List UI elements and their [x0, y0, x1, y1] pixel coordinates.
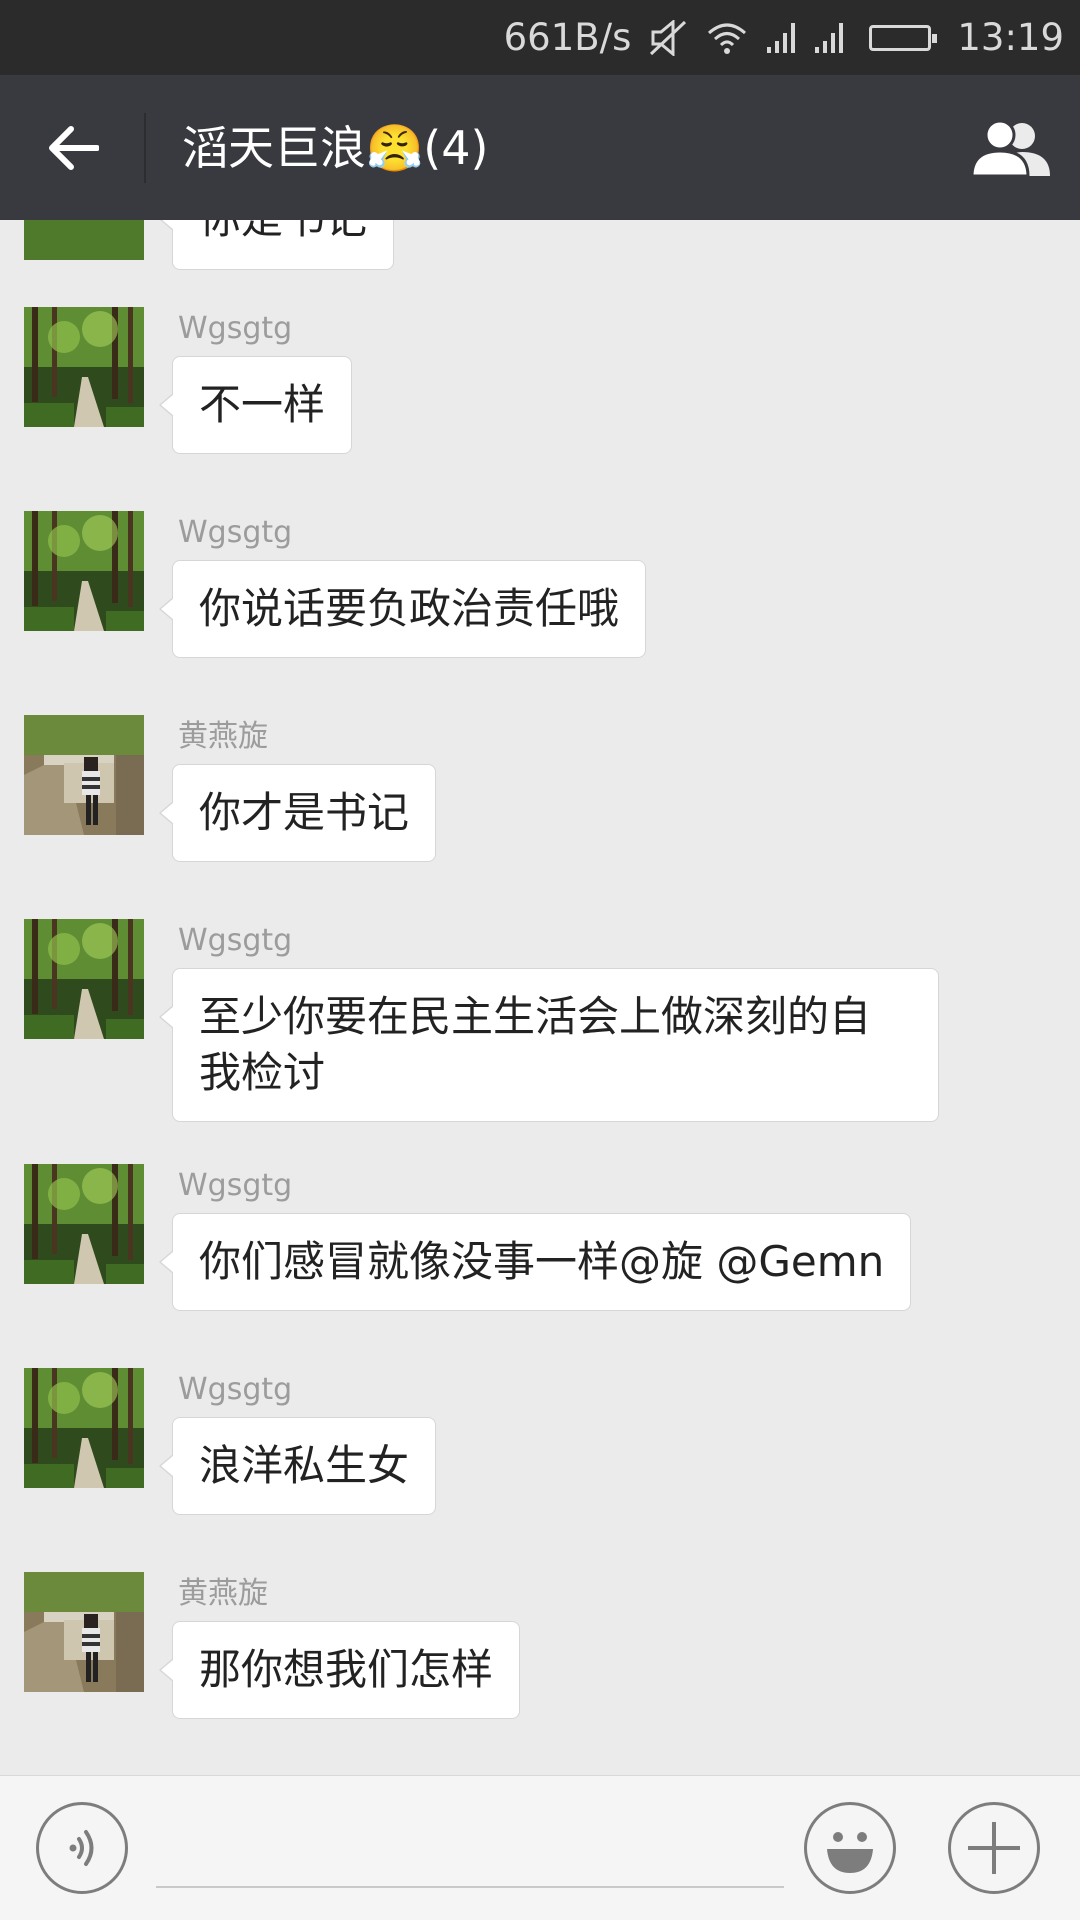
avatar[interactable]	[24, 511, 144, 631]
avatar[interactable]	[24, 220, 144, 260]
avatar[interactable]	[24, 919, 144, 1039]
message-bubble[interactable]: 那你想我们怎样	[158, 1621, 521, 1719]
wifi-icon	[707, 21, 747, 55]
mute-icon	[649, 19, 689, 56]
sender-name: Wgsgtg	[178, 923, 293, 958]
avatar[interactable]	[24, 307, 144, 427]
member-count: (4)	[423, 121, 489, 175]
sender-name: Wgsgtg	[178, 1372, 293, 1407]
voice-button[interactable]	[36, 1802, 128, 1894]
title-divider	[144, 113, 146, 183]
clock: 13:19	[957, 16, 1064, 59]
avatar[interactable]	[24, 1164, 144, 1284]
message-bubble[interactable]: 不一样	[158, 356, 353, 454]
smiley-icon	[827, 1832, 873, 1873]
chat-title: 滔天巨浪😤(4)	[182, 117, 488, 179]
title-bar: 滔天巨浪😤(4)	[0, 75, 1080, 220]
message-text: 至少你要在民主生活会上做深刻的自我检讨	[199, 992, 872, 1097]
signal-icon	[765, 21, 796, 55]
net-speed: 661B/s	[503, 16, 632, 59]
plus-icon	[968, 1822, 1020, 1874]
avatar[interactable]	[24, 1572, 144, 1692]
chat-area[interactable]: 你是书记 Wgsgtg 不一样	[0, 220, 1080, 1775]
group-info-button[interactable]	[970, 113, 1052, 183]
message-bubble[interactable]: 你是书记	[158, 220, 395, 270]
message-text: 不一样	[199, 380, 326, 429]
message-text: 你才是书记	[199, 788, 410, 837]
people-icon	[970, 119, 1050, 178]
message-text: 你是书记	[199, 220, 367, 243]
message-text: 浪洋私生女	[199, 1441, 410, 1490]
message-input[interactable]	[156, 1818, 784, 1888]
input-bar	[0, 1775, 1080, 1920]
sender-name: Wgsgtg	[178, 1168, 293, 1203]
sender-name: 黄燕旋	[178, 1576, 268, 1611]
battery-icon	[869, 24, 938, 51]
back-button[interactable]	[40, 115, 106, 181]
title-emoji: 😤	[366, 121, 424, 175]
sender-name: Wgsgtg	[178, 515, 293, 550]
message-text: 你说话要负政治责任哦	[199, 584, 620, 633]
group-name: 滔天巨浪	[182, 121, 366, 175]
message-text: 那你想我们怎样	[199, 1645, 494, 1694]
sender-name: Wgsgtg	[178, 311, 293, 346]
message-bubble[interactable]: 你们感冒就像没事一样@旋 @Gemn	[158, 1213, 912, 1311]
message-bubble[interactable]: 你说话要负政治责任哦	[158, 560, 647, 658]
voice-icon	[69, 1830, 94, 1866]
message-bubble[interactable]: 至少你要在民主生活会上做深刻的自我检讨	[159, 968, 939, 1122]
avatar[interactable]	[24, 1368, 144, 1488]
arrow-left-icon	[49, 126, 99, 170]
sender-name: 黄燕旋	[178, 719, 268, 754]
message-bubble[interactable]: 浪洋私生女	[158, 1417, 437, 1515]
message-bubble[interactable]: 你才是书记	[158, 764, 437, 862]
signal-icon	[813, 21, 844, 55]
avatar[interactable]	[24, 715, 144, 835]
more-button[interactable]	[948, 1802, 1040, 1894]
emoji-button[interactable]	[804, 1802, 896, 1894]
status-bar: 661B/s 13:19	[0, 0, 1080, 75]
message-text: 你们感冒就像没事一样@旋 @Gemn	[199, 1237, 885, 1286]
